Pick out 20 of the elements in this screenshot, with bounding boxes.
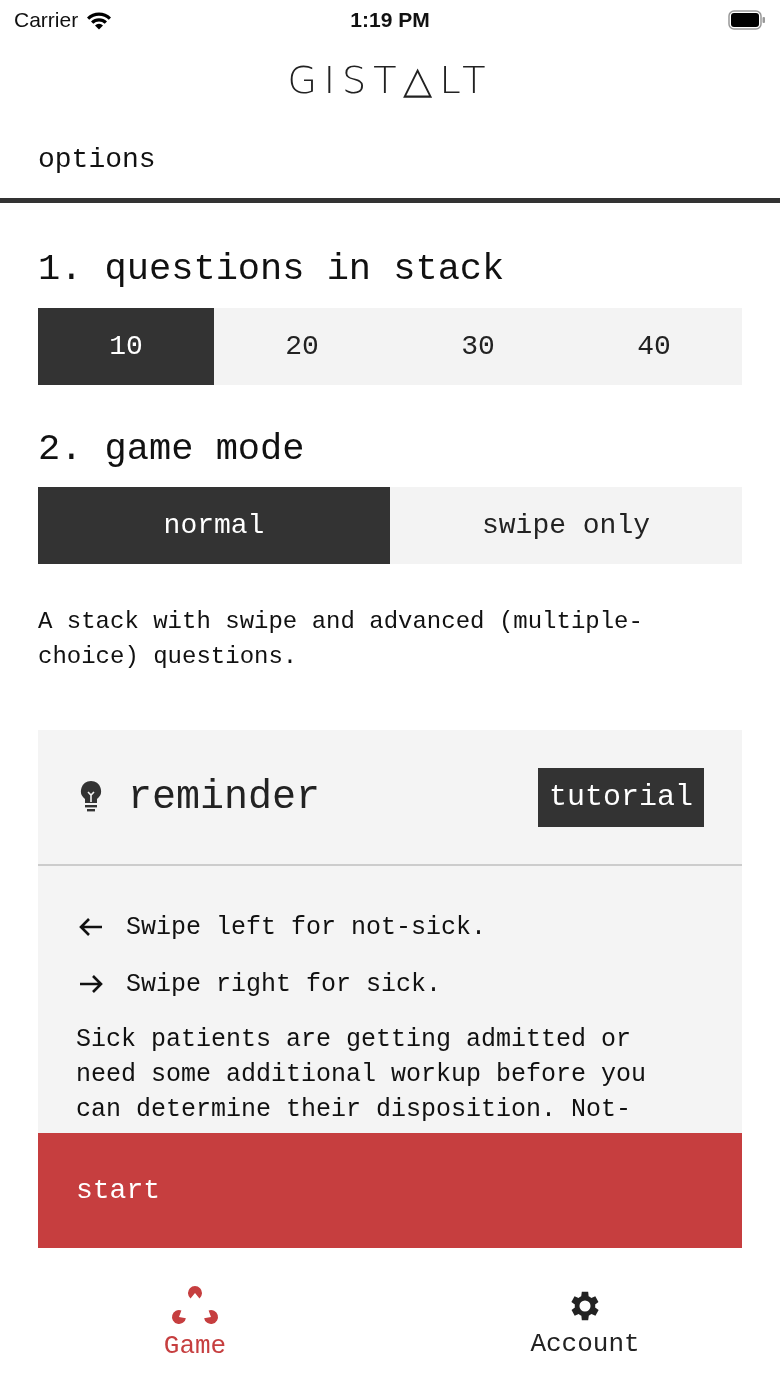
- arrow-left-icon: [78, 917, 104, 938]
- app-logo: GIST△LT: [287, 58, 493, 102]
- hint-text: Swipe left for not-sick.: [126, 912, 487, 942]
- arrow-right-icon: [78, 974, 104, 995]
- carrier-label: Carrier: [14, 8, 79, 32]
- section-title: 2. game mode: [38, 428, 306, 470]
- segment-option[interactable]: normal: [38, 487, 390, 565]
- hint-text: Swipe right for sick.: [126, 969, 442, 999]
- page-title: options: [38, 143, 156, 175]
- segment-option[interactable]: 10: [38, 307, 214, 385]
- section-title: 1. questions in stack: [38, 249, 506, 290]
- three-pie-icon: [170, 1285, 220, 1327]
- mode-description: A stack with swipe and advanced (multiple-choice) questions.: [38, 607, 644, 673]
- reminder-text: Sick patients are getting admitted or need some additional workup before you can determine their disposition. Not-: [76, 1024, 648, 1127]
- reminder-title: reminder: [128, 774, 321, 820]
- battery-icon: [728, 10, 766, 30]
- tutorial-button[interactable]: tutorial: [537, 767, 704, 827]
- start-button[interactable]: start: [38, 1133, 742, 1249]
- status-time: 1:19 PM: [350, 8, 430, 32]
- wifi-icon: [86, 10, 113, 30]
